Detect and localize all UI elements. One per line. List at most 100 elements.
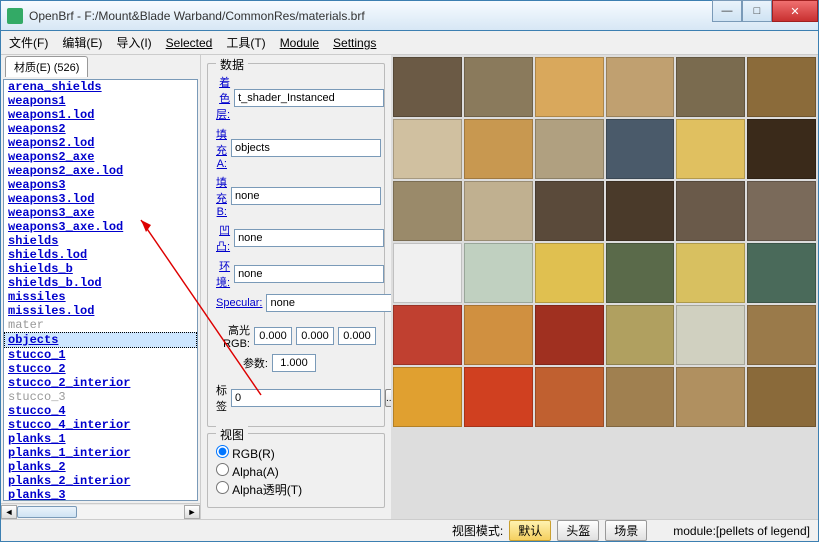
radio-rgb[interactable]: RGB(R) [216, 444, 376, 462]
list-item[interactable]: weapons1 [4, 94, 197, 108]
menu-edit[interactable]: 编辑(E) [62, 34, 102, 51]
texture-tile [393, 243, 462, 303]
menu-file[interactable]: 文件(F) [9, 34, 48, 51]
scroll-right-icon[interactable]: ► [184, 505, 200, 519]
scroll-left-icon[interactable]: ◄ [1, 505, 17, 519]
specrgb-label: 高光RGB: [216, 322, 250, 350]
fillb-input[interactable] [231, 187, 381, 205]
viewmode-scene[interactable]: 场景 [605, 520, 647, 541]
list-item[interactable]: stucco_2_interior [4, 376, 197, 390]
app-icon [7, 8, 23, 24]
texture-tile [393, 181, 462, 241]
list-item[interactable]: arena_shields [4, 80, 197, 94]
env-input[interactable] [234, 265, 384, 283]
statusbar: 视图模式: 默认 头盔 场景 module:[pellets of legend… [1, 519, 818, 541]
list-item[interactable]: stucco_3 [4, 390, 197, 404]
view-group-title: 视图 [216, 426, 248, 443]
list-item[interactable]: stucco_4 [4, 404, 197, 418]
texture-tile [393, 119, 462, 179]
menu-selected[interactable]: Selected [166, 36, 213, 50]
texture-tile [676, 181, 745, 241]
list-item[interactable]: weapons2 [4, 122, 197, 136]
viewmode-helmet[interactable]: 头盔 [557, 520, 599, 541]
flags-input[interactable] [231, 389, 381, 407]
texture-tile [535, 119, 604, 179]
texture-tile [606, 305, 675, 365]
fillb-label[interactable]: 填充B: [216, 174, 227, 218]
list-item[interactable]: weapons2.lod [4, 136, 197, 150]
menu-settings[interactable]: Settings [333, 36, 376, 50]
bump-input[interactable] [234, 229, 384, 247]
list-item[interactable]: stucco_1 [4, 348, 197, 362]
specular-label[interactable]: Specular: [216, 297, 262, 309]
list-item[interactable]: planks_2_interior [4, 474, 197, 488]
menu-module[interactable]: Module [280, 36, 319, 50]
texture-tile [535, 367, 604, 427]
viewmode-default[interactable]: 默认 [509, 520, 551, 541]
texture-tile [747, 243, 816, 303]
radio-alpha-trans[interactable]: Alpha透明(T) [216, 480, 376, 499]
materials-tab[interactable]: 材质(E) (526) [5, 56, 88, 77]
param-input[interactable] [272, 354, 316, 372]
texture-tile [676, 243, 745, 303]
texture-tile [464, 367, 533, 427]
shader-label[interactable]: 着色层: [216, 74, 230, 122]
list-item[interactable]: stucco_4_interior [4, 418, 197, 432]
maximize-button[interactable]: □ [742, 0, 772, 22]
list-item[interactable]: weapons3.lod [4, 192, 197, 206]
list-item[interactable]: missiles.lod [4, 304, 197, 318]
view-group: 视图 RGB(R) Alpha(A) Alpha透明(T) [207, 433, 385, 508]
list-item[interactable]: planks_1_interior [4, 446, 197, 460]
scroll-thumb[interactable] [17, 506, 77, 518]
list-item[interactable]: shields_b.lod [4, 276, 197, 290]
texture-tile [464, 57, 533, 117]
texture-tile [747, 305, 816, 365]
specrgb-b[interactable] [338, 327, 376, 345]
list-item[interactable]: stucco_2 [4, 362, 197, 376]
list-item[interactable]: shields.lod [4, 248, 197, 262]
data-group-title: 数据 [216, 56, 248, 73]
texture-tile [464, 181, 533, 241]
radio-alpha[interactable]: Alpha(A) [216, 462, 376, 480]
bump-label[interactable]: 凹凸: [216, 222, 230, 254]
param-label: 参数: [216, 355, 268, 371]
list-item[interactable]: weapons3_axe.lod [4, 220, 197, 234]
menu-import[interactable]: 导入(I) [116, 34, 151, 51]
module-label: module:[pellets of legend] [673, 524, 810, 538]
list-item[interactable]: shields [4, 234, 197, 248]
shader-input[interactable] [234, 89, 384, 107]
texture-tile [676, 367, 745, 427]
specrgb-g[interactable] [296, 327, 334, 345]
list-item[interactable]: planks_2 [4, 460, 197, 474]
texture-tile [393, 305, 462, 365]
close-button[interactable]: ✕ [772, 0, 818, 22]
list-item[interactable]: planks_3 [4, 488, 197, 501]
list-item[interactable]: missiles [4, 290, 197, 304]
texture-tile [393, 367, 462, 427]
list-item[interactable]: weapons3 [4, 178, 197, 192]
list-item[interactable]: weapons1.lod [4, 108, 197, 122]
data-group: 数据 着色层: 填充A: 填充B: 凹凸: 环境: Specular: 高光RG… [207, 63, 385, 427]
list-item[interactable]: shields_b [4, 262, 197, 276]
env-label[interactable]: 环境: [216, 258, 230, 290]
h-scrollbar[interactable]: ◄ ► [1, 503, 200, 519]
list-item[interactable]: planks_1 [4, 432, 197, 446]
menubar: 文件(F) 编辑(E) 导入(I) Selected 工具(T) Module … [1, 31, 818, 55]
texture-tile [464, 243, 533, 303]
list-item[interactable]: weapons2_axe.lod [4, 164, 197, 178]
list-item[interactable]: objects [4, 332, 197, 348]
texture-tile [747, 57, 816, 117]
materials-list[interactable]: arena_shieldsweapons1weapons1.lodweapons… [3, 79, 198, 501]
filla-label[interactable]: 填充A: [216, 126, 227, 170]
texture-tile [393, 57, 462, 117]
menu-tools[interactable]: 工具(T) [226, 34, 265, 51]
list-item[interactable]: mater [4, 318, 197, 332]
specrgb-r[interactable] [254, 327, 292, 345]
texture-preview[interactable] [391, 55, 818, 519]
texture-tile [606, 243, 675, 303]
list-item[interactable]: weapons2_axe [4, 150, 197, 164]
minimize-button[interactable]: — [712, 0, 742, 22]
texture-tile [464, 305, 533, 365]
filla-input[interactable] [231, 139, 381, 157]
list-item[interactable]: weapons3_axe [4, 206, 197, 220]
